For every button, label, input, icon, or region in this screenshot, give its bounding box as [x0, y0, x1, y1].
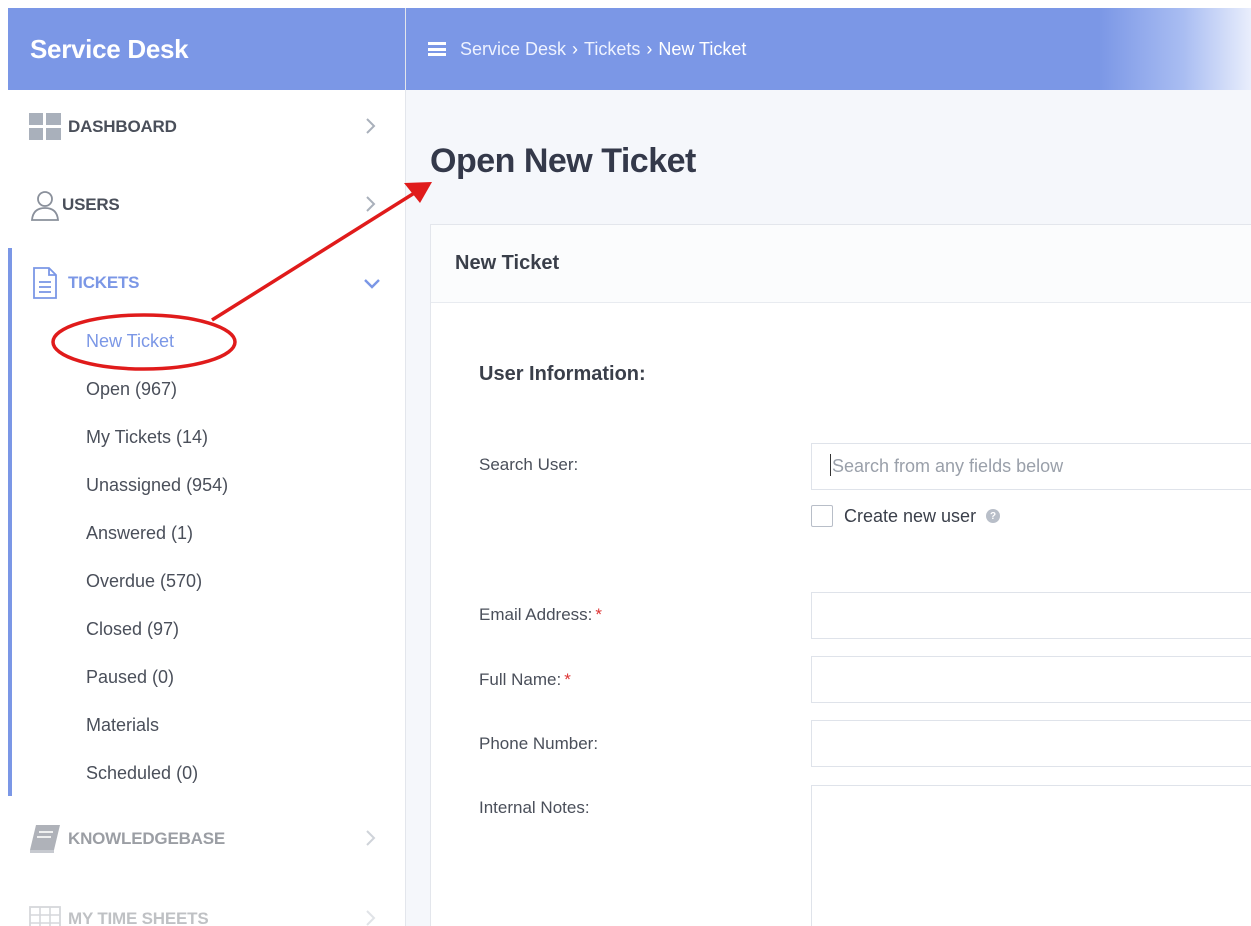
sidebar: Service Desk DASHBOARD USERS TICKETS New…	[8, 8, 406, 926]
top-header: Service Desk › Tickets › New Ticket	[406, 8, 1251, 90]
nav-label: KNOWLEDGEBASE	[68, 829, 226, 848]
nav-label: TICKETS	[68, 273, 140, 292]
email-address-label: Email Address: *	[479, 605, 602, 625]
phone-number-label: Phone Number:	[479, 734, 599, 753]
search-user-label: Search User:	[479, 455, 579, 474]
create-new-user-checkbox[interactable]	[811, 505, 833, 527]
phone-number-field[interactable]	[811, 720, 1251, 767]
breadcrumb-separator-icon: ›	[646, 38, 653, 59]
nav-item-users[interactable]: USERS	[8, 182, 405, 228]
email-address-field[interactable]	[811, 592, 1251, 639]
hamburger-menu-icon[interactable]	[428, 42, 446, 56]
breadcrumb-new-ticket: New Ticket	[658, 38, 747, 59]
active-section-indicator	[8, 248, 12, 796]
grid-icon	[28, 111, 62, 143]
create-new-user-label[interactable]: Create new user	[844, 506, 976, 527]
nav-label: DASHBOARD	[68, 117, 177, 136]
section-title: User Information:	[479, 363, 646, 385]
chevron-down-icon	[363, 277, 381, 295]
card-title: New Ticket	[431, 225, 1251, 303]
full-name-field[interactable]	[811, 656, 1251, 703]
page-title: Open New Ticket	[430, 142, 696, 180]
ticket-document-icon	[28, 267, 62, 299]
nav-item-knowledgebase[interactable]: KNOWLEDGEBASE	[8, 816, 405, 862]
submenu-item-my-tickets[interactable]: My Tickets (14)	[86, 420, 228, 468]
breadcrumb-service-desk[interactable]: Service Desk	[460, 39, 566, 60]
submenu-item-paused[interactable]: Paused (0)	[86, 660, 228, 708]
chevron-right-icon	[365, 116, 377, 141]
tickets-submenu: New Ticket Open (967) My Tickets (14) Un…	[86, 324, 228, 804]
chevron-right-icon	[365, 194, 377, 219]
breadcrumb-tickets[interactable]: Tickets	[584, 39, 640, 60]
breadcrumb-separator-icon: ›	[572, 38, 579, 59]
create-user-row: Create new user ?	[811, 505, 1001, 527]
nav-item-my-time-sheets[interactable]: MY TIME SHEETS	[8, 896, 405, 926]
submenu-item-materials[interactable]: Materials	[86, 708, 228, 756]
submenu-item-new-ticket[interactable]: New Ticket	[86, 324, 228, 372]
table-icon	[28, 903, 62, 926]
main-content: Open New Ticket New Ticket User Informat…	[406, 90, 1251, 926]
nav-item-tickets[interactable]: TICKETS	[8, 260, 405, 306]
submenu-item-open[interactable]: Open (967)	[86, 372, 228, 420]
new-ticket-card: New Ticket User Information: Search User…	[430, 224, 1251, 926]
user-icon	[28, 189, 62, 221]
search-user-input[interactable]	[811, 443, 1251, 490]
fullname-label-text: Full Name:	[479, 670, 562, 689]
internal-notes-textarea[interactable]	[811, 785, 1251, 926]
submenu-item-unassigned[interactable]: Unassigned (954)	[86, 468, 228, 516]
nav-label: MY TIME SHEETS	[68, 909, 209, 926]
full-name-label: Full Name: *	[479, 670, 571, 690]
text-cursor	[830, 454, 831, 476]
email-label-text: Email Address:	[479, 605, 593, 624]
required-mark: *	[564, 670, 571, 689]
chevron-right-icon	[365, 908, 377, 926]
submenu-item-overdue[interactable]: Overdue (570)	[86, 564, 228, 612]
help-icon[interactable]: ?	[986, 509, 1001, 523]
internal-notes-label: Internal Notes:	[479, 798, 590, 817]
required-mark: *	[595, 605, 603, 624]
brand-title[interactable]: Service Desk	[8, 8, 405, 90]
chevron-right-icon	[365, 828, 377, 853]
book-icon	[28, 823, 62, 855]
submenu-item-closed[interactable]: Closed (97)	[86, 612, 228, 660]
nav-item-dashboard[interactable]: DASHBOARD	[8, 104, 405, 150]
nav-label: USERS	[62, 195, 120, 214]
submenu-item-scheduled[interactable]: Scheduled (0)	[86, 756, 228, 804]
submenu-item-answered[interactable]: Answered (1)	[86, 516, 228, 564]
